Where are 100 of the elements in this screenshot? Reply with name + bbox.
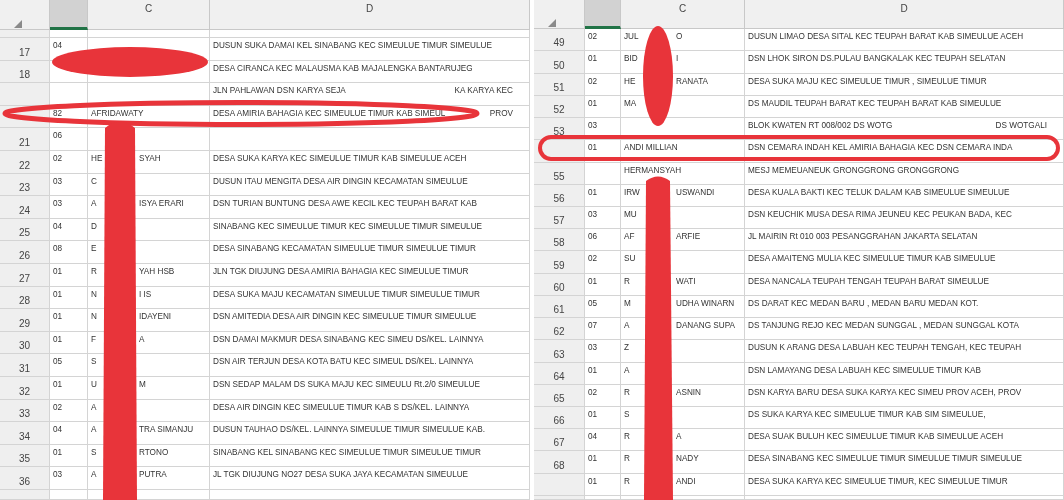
name-text: BID — [624, 54, 639, 65]
row-header[interactable]: 28 — [0, 286, 50, 310]
row-number[interactable]: 53 — [553, 126, 565, 139]
row-number[interactable]: 28 — [18, 295, 31, 308]
name-text: S — [91, 357, 98, 368]
row-header[interactable]: 64 — [534, 362, 585, 385]
row-number[interactable]: 24 — [18, 204, 31, 217]
row-number[interactable]: 26 — [18, 249, 31, 262]
row-header[interactable]: 30 — [0, 331, 50, 355]
address-text: DSN SEDAP MALAM DS SUKA MAJU KEC SIMEULU Rt.2/0 SIMEULUE — [213, 379, 480, 390]
row-header[interactable]: 25 — [0, 218, 50, 242]
code-text: 01 — [588, 409, 598, 420]
row-header[interactable]: 67 — [534, 429, 585, 452]
row-number[interactable]: 61 — [553, 304, 565, 317]
row-number[interactable]: 57 — [553, 215, 565, 228]
address-text: DSN LHOK SIRON DS.PULAU BANGKALAK KEC TEUPAH SELATAN — [748, 54, 1006, 65]
name-text: A — [91, 199, 98, 210]
column-header[interactable]: D — [745, 0, 1064, 30]
address-text: DESA AMIRIA BAHAGIA KEC SIMEULUE TIMUR KAB SIMEUL — [213, 108, 446, 119]
row-header[interactable]: 17 — [0, 38, 50, 61]
code-text: 07 — [588, 321, 598, 332]
row-header[interactable]: 52 — [534, 95, 585, 119]
row-number[interactable]: 22 — [18, 159, 31, 172]
select-all-icon[interactable] — [548, 19, 556, 28]
row-number[interactable]: 58 — [553, 237, 565, 250]
row-number[interactable]: 33 — [18, 408, 31, 421]
row-number[interactable]: 55 — [553, 170, 565, 183]
row-number[interactable]: 62 — [553, 326, 565, 339]
column-header[interactable] — [585, 0, 621, 30]
row-header[interactable]: 62 — [534, 318, 585, 341]
row-number[interactable]: 35 — [18, 453, 31, 466]
row-header[interactable]: 29 — [0, 309, 50, 332]
row-number[interactable]: 34 — [18, 430, 31, 443]
name-text: RTONO — [139, 447, 169, 458]
row-header[interactable]: 56 — [534, 184, 585, 207]
row-header[interactable]: 26 — [0, 241, 50, 264]
row-number[interactable]: 17 — [18, 46, 31, 59]
row-header[interactable]: 31 — [0, 354, 50, 377]
row-number[interactable]: 64 — [553, 370, 565, 383]
column-header[interactable] — [50, 0, 88, 30]
select-all-icon[interactable] — [13, 20, 22, 28]
address-text: DESA SUAK BULUH KEC SIMEULUE TIMUR KAB SIMEULUE ACEH — [748, 432, 1004, 443]
row-number[interactable]: 30 — [18, 340, 31, 353]
row-header[interactable]: 21 — [0, 128, 50, 151]
row-number[interactable]: 23 — [18, 182, 31, 195]
row-header[interactable]: 49 — [534, 29, 585, 52]
row-number[interactable]: 65 — [553, 392, 565, 405]
row-header[interactable]: 22 — [0, 150, 50, 174]
row-header[interactable]: 36 — [0, 467, 50, 490]
row-number[interactable]: 32 — [18, 385, 31, 398]
name-text: HE — [624, 76, 637, 87]
row-number[interactable]: 27 — [18, 272, 31, 285]
row-number[interactable]: 68 — [553, 459, 565, 472]
address-text: SINABANG KEL SINABANG KEC SIMEULUE TIMUR SIMEULUE TIMUR — [213, 447, 481, 458]
name-text: RANATA — [676, 76, 708, 87]
row-header[interactable]: 65 — [534, 384, 585, 407]
address-text: DESA SUKA KARYA KEC SIMEULUE TIMUR KAB SIMEULUE ACEH — [213, 153, 467, 164]
row-number[interactable]: 59 — [553, 259, 565, 272]
row-header[interactable]: 18 — [0, 60, 50, 84]
row-header[interactable]: 24 — [0, 196, 50, 219]
row-header[interactable]: 32 — [0, 376, 50, 400]
row-header[interactable]: 55 — [534, 162, 585, 185]
row-header[interactable]: 57 — [534, 207, 585, 230]
row-header[interactable]: 51 — [534, 73, 585, 96]
row-header[interactable]: 27 — [0, 263, 50, 287]
row-number[interactable]: 49 — [553, 37, 565, 50]
row-number[interactable]: 25 — [18, 227, 31, 240]
row-number[interactable]: 21 — [18, 136, 31, 149]
row-number[interactable]: 60 — [553, 281, 565, 294]
row-number[interactable]: 66 — [553, 415, 565, 428]
name-text: ANDI — [676, 476, 696, 487]
row-header[interactable]: 50 — [534, 51, 585, 74]
row-header[interactable]: 66 — [534, 406, 585, 430]
row-number[interactable]: 51 — [553, 81, 565, 94]
row-number[interactable]: 50 — [553, 59, 565, 72]
row-number[interactable]: 63 — [553, 348, 565, 361]
column-header[interactable]: D — [210, 0, 530, 30]
column-header[interactable]: C — [88, 0, 210, 30]
row-header[interactable]: 35 — [0, 444, 50, 468]
row-header[interactable]: 58 — [534, 229, 585, 252]
row-number[interactable]: 18 — [18, 69, 31, 82]
row-number[interactable]: 56 — [553, 193, 565, 205]
row-header[interactable]: 34 — [0, 422, 50, 445]
column-header[interactable]: C — [621, 0, 745, 30]
row-number[interactable]: 52 — [553, 104, 565, 117]
address-text: DESA SUKA MAJU KEC SIMEULUE TIMUR , SIMEULUE TIMUR — [748, 76, 987, 87]
row-header[interactable]: 33 — [0, 399, 50, 423]
row-number[interactable]: 67 — [553, 437, 565, 450]
name-text: A — [624, 321, 631, 332]
row-number[interactable]: 29 — [18, 317, 31, 330]
row-header[interactable]: 60 — [534, 273, 585, 296]
row-number[interactable]: 36 — [18, 475, 31, 488]
address-text: DESA SINABANG KEC SIMEULUE TIMUR SIMEULUE TIMUR SIMEULUE — [748, 454, 1023, 465]
name-text: S — [91, 447, 98, 458]
row-number[interactable]: 31 — [18, 362, 31, 375]
row-header[interactable]: 23 — [0, 173, 50, 197]
row-header[interactable]: 61 — [534, 295, 585, 319]
row-header[interactable]: 63 — [534, 340, 585, 363]
row-header[interactable]: 59 — [534, 251, 585, 274]
row-header[interactable]: 68 — [534, 451, 585, 474]
